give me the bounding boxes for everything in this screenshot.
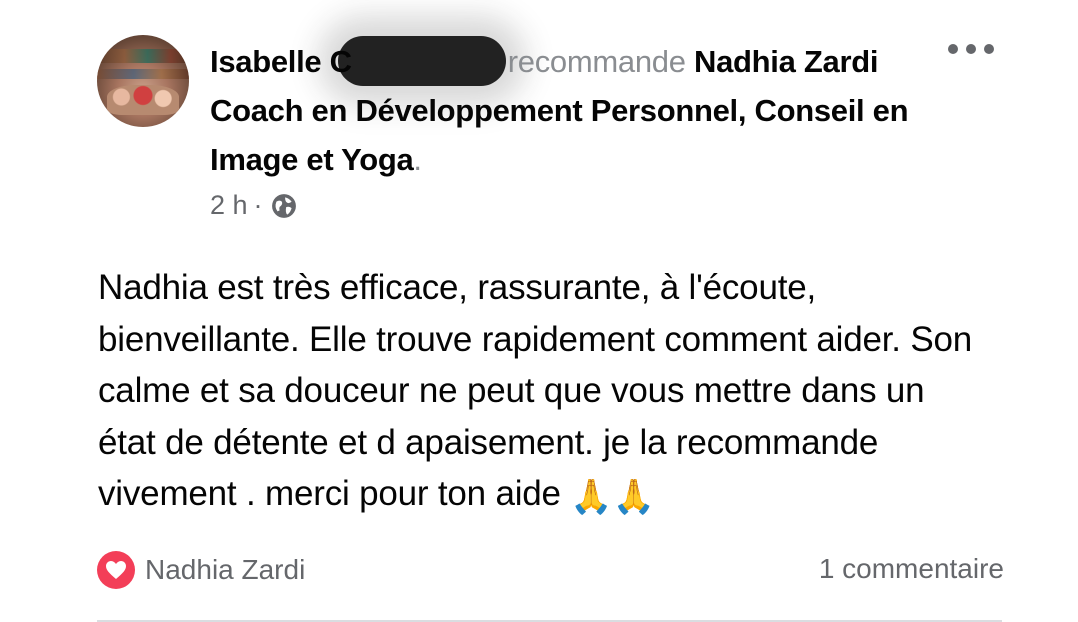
post-header: Isabelle Crecommande Nadhia Zardi Coach …: [210, 36, 910, 184]
post-text-line: bienveillante. Elle trouve rapidement co…: [98, 319, 973, 359]
reaction-summary[interactable]: Nadhia Zardi: [97, 551, 305, 589]
post-text-line: vivement . merci pour ton aide: [98, 474, 561, 513]
post-text-line: calme et sa douceur ne peut que vous met…: [98, 371, 925, 410]
post-meta: 2 h ·: [210, 190, 297, 221]
author-name[interactable]: Isabelle C: [210, 44, 352, 79]
recommend-verb: recommande: [507, 44, 686, 79]
post-text-line: état de détente et d apaisement. je la r…: [98, 422, 879, 462]
heart-glyph: [106, 561, 126, 579]
avatar-photo-detail: [107, 85, 179, 115]
meta-separator: ·: [253, 190, 263, 220]
recommendation-post: Isabelle Crecommande Nadhia Zardi Coach …: [0, 0, 1078, 622]
redaction-mark: [337, 36, 506, 86]
reactor-name: Nadhia Zardi: [145, 554, 306, 585]
more-options-icon[interactable]: [948, 38, 994, 60]
more-dot: [984, 44, 994, 54]
post-text-line-last: vivement . merci pour ton aide 🙏🙏: [98, 468, 1018, 524]
more-dot: [948, 44, 958, 54]
post-text-line: Nadhia est très efficace, rassurante, à …: [98, 268, 817, 307]
globe-icon: [271, 193, 296, 218]
post-body: Nadhia est très efficace, rassurante, à …: [98, 262, 1018, 524]
more-dot: [966, 44, 976, 54]
praying-hands-emoji: 🙏🙏: [570, 478, 655, 516]
avatar-photo-detail: [97, 49, 189, 63]
comments-count-link[interactable]: 1 commentaire: [819, 553, 1004, 585]
header-period: .: [413, 142, 422, 177]
heart-reaction-icon: [97, 551, 135, 589]
avatar-photo-detail: [97, 69, 189, 79]
post-timestamp[interactable]: 2 h: [210, 190, 248, 221]
author-avatar[interactable]: [97, 35, 189, 127]
